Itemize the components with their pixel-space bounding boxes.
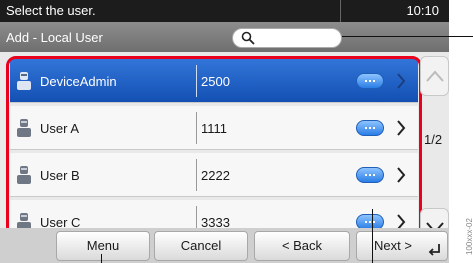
bottom-button-bar: Menu Cancel < Back Next > bbox=[0, 228, 449, 263]
next-button[interactable]: Next > bbox=[356, 231, 448, 261]
status-message: Select the user. bbox=[6, 3, 96, 18]
side-label: 100xxx-02 bbox=[465, 218, 473, 255]
chevron-up-icon bbox=[426, 70, 444, 82]
menu-button[interactable]: Menu bbox=[56, 231, 150, 261]
page-title: Add - Local User bbox=[6, 30, 103, 45]
back-button[interactable]: < Back bbox=[254, 231, 350, 261]
status-time: 10:10 bbox=[406, 3, 439, 18]
list-highlight-frame bbox=[6, 56, 422, 252]
page-indicator: 1/2 bbox=[424, 132, 443, 147]
status-bar: Select the user. 10:10 bbox=[0, 0, 449, 22]
enter-icon bbox=[428, 244, 440, 256]
callout-line-search bbox=[342, 36, 473, 37]
next-button-label: Next > bbox=[374, 238, 412, 253]
screen-panel: Select the user. 10:10 Add - Local User … bbox=[0, 0, 449, 263]
scroll-column: 1/2 bbox=[420, 56, 449, 252]
status-divider bbox=[340, 0, 341, 22]
search-icon bbox=[241, 31, 255, 45]
scroll-up-button[interactable] bbox=[420, 56, 449, 96]
search-field[interactable] bbox=[232, 28, 342, 48]
title-bar: Add - Local User bbox=[0, 22, 449, 52]
callout-line-detail bbox=[372, 209, 373, 263]
callout-line-menu bbox=[101, 254, 102, 263]
cancel-button[interactable]: Cancel bbox=[154, 231, 248, 261]
